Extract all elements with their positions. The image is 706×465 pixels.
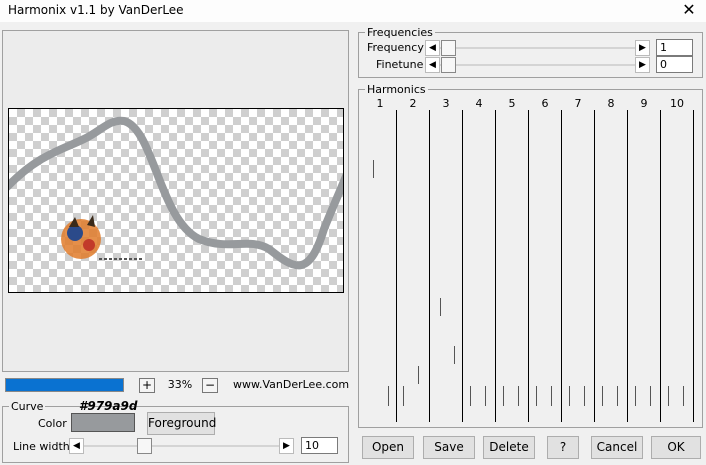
harmonic-separator — [396, 110, 397, 422]
harmonics-group: Harmonics — [358, 83, 703, 428]
title-bar: Harmonix v1.1 by VanDerLee ✕ — [0, 0, 706, 22]
harmonic-label: 8 — [607, 97, 615, 110]
harmonic-slider-marker[interactable] — [470, 386, 471, 406]
harmonic-slider-marker[interactable] — [536, 386, 537, 406]
harmonic-slider-marker[interactable] — [373, 160, 374, 178]
harmonic-separator — [462, 110, 463, 422]
harmonic-separator — [495, 110, 496, 422]
harmonic-slider-marker[interactable] — [440, 298, 441, 316]
ok-button[interactable]: OK — [651, 436, 701, 459]
line-width-slider[interactable]: ◀ ▶ — [69, 438, 294, 454]
harmonic-separator — [693, 110, 694, 422]
slider-thumb[interactable] — [137, 438, 152, 454]
slider-thumb[interactable] — [441, 57, 456, 73]
frequency-label: Frequency — [367, 41, 424, 54]
save-button[interactable]: Save — [423, 436, 475, 459]
frequencies-legend: Frequencies — [367, 26, 433, 39]
delete-button[interactable]: Delete — [483, 436, 535, 459]
color-swatch[interactable] — [71, 413, 135, 432]
progress-bar — [5, 378, 124, 392]
harmonic-label: 1 — [376, 97, 384, 110]
harmonic-separator — [660, 110, 661, 422]
harmonic-slider-marker[interactable] — [617, 386, 618, 406]
slider-left-arrow-icon[interactable]: ◀ — [69, 438, 84, 454]
harmonic-label: 9 — [640, 97, 648, 110]
harmonic-label: 6 — [541, 97, 549, 110]
open-button[interactable]: Open — [362, 436, 414, 459]
harmonic-slider-marker[interactable] — [418, 366, 419, 384]
harmonic-slider-marker[interactable] — [635, 386, 636, 406]
zoom-out-button[interactable]: − — [202, 378, 218, 393]
curve-preview — [9, 116, 343, 270]
harmonic-separator — [627, 110, 628, 422]
window-title: Harmonix v1.1 by VanDerLee — [8, 3, 184, 17]
preview-canvas — [8, 108, 344, 293]
harmonic-label: 4 — [475, 97, 483, 110]
slider-left-arrow-icon[interactable]: ◀ — [425, 40, 440, 56]
harmonic-slider-marker[interactable] — [454, 346, 455, 364]
finetune-field[interactable]: 0 — [656, 56, 693, 73]
harmonic-slider-marker[interactable] — [403, 386, 404, 406]
help-button[interactable]: ? — [547, 436, 579, 459]
harmonic-slider-marker[interactable] — [569, 386, 570, 406]
finetune-label: Finetune — [376, 58, 424, 71]
slider-thumb[interactable] — [441, 40, 456, 56]
harmonic-separator — [594, 110, 595, 422]
curve-legend: Curve — [11, 400, 44, 413]
color-label: Color — [38, 417, 67, 430]
slider-left-arrow-icon[interactable]: ◀ — [425, 57, 440, 73]
frequency-slider[interactable]: ◀ ▶ — [425, 40, 650, 56]
close-icon[interactable]: ✕ — [672, 0, 706, 22]
zoom-level: 33% — [167, 378, 193, 391]
harmonic-slider-marker[interactable] — [584, 386, 585, 406]
harmonic-slider-marker[interactable] — [668, 386, 669, 406]
watermark-logo — [61, 215, 144, 260]
line-width-field[interactable]: 10 — [301, 437, 338, 454]
cancel-button[interactable]: Cancel — [591, 436, 643, 459]
harmonic-slider-marker[interactable] — [388, 386, 389, 406]
harmonic-slider-marker[interactable] — [650, 386, 651, 406]
harmonic-label: 2 — [409, 97, 417, 110]
finetune-slider[interactable]: ◀ ▶ — [425, 57, 650, 73]
harmonic-slider-marker[interactable] — [551, 386, 552, 406]
harmonic-slider-marker[interactable] — [518, 386, 519, 406]
slider-right-arrow-icon[interactable]: ▶ — [635, 40, 650, 56]
slider-right-arrow-icon[interactable]: ▶ — [279, 438, 294, 454]
harmonic-separator — [528, 110, 529, 422]
harmonic-separator — [429, 110, 430, 422]
harmonic-slider-marker[interactable] — [503, 386, 504, 406]
harmonic-label: 7 — [574, 97, 582, 110]
harmonics-legend: Harmonics — [367, 83, 426, 96]
progress-fill — [6, 379, 123, 391]
harmonic-slider-marker[interactable] — [485, 386, 486, 406]
color-hex: #979a9d — [79, 399, 138, 413]
harmonic-separator — [561, 110, 562, 422]
harmonic-label: 5 — [508, 97, 516, 110]
harmonic-slider-marker[interactable] — [602, 386, 603, 406]
frequency-field[interactable]: 1 — [656, 39, 693, 56]
line-width-label: Line width — [13, 440, 70, 453]
foreground-button[interactable]: Foreground — [147, 412, 216, 435]
harmonic-label: 3 — [442, 97, 450, 110]
harmonic-label: 10 — [670, 97, 684, 110]
website-link[interactable]: www.VanDerLee.com — [233, 378, 349, 391]
zoom-in-button[interactable]: + — [139, 378, 155, 393]
slider-right-arrow-icon[interactable]: ▶ — [635, 57, 650, 73]
harmonic-slider-marker[interactable] — [683, 386, 684, 406]
